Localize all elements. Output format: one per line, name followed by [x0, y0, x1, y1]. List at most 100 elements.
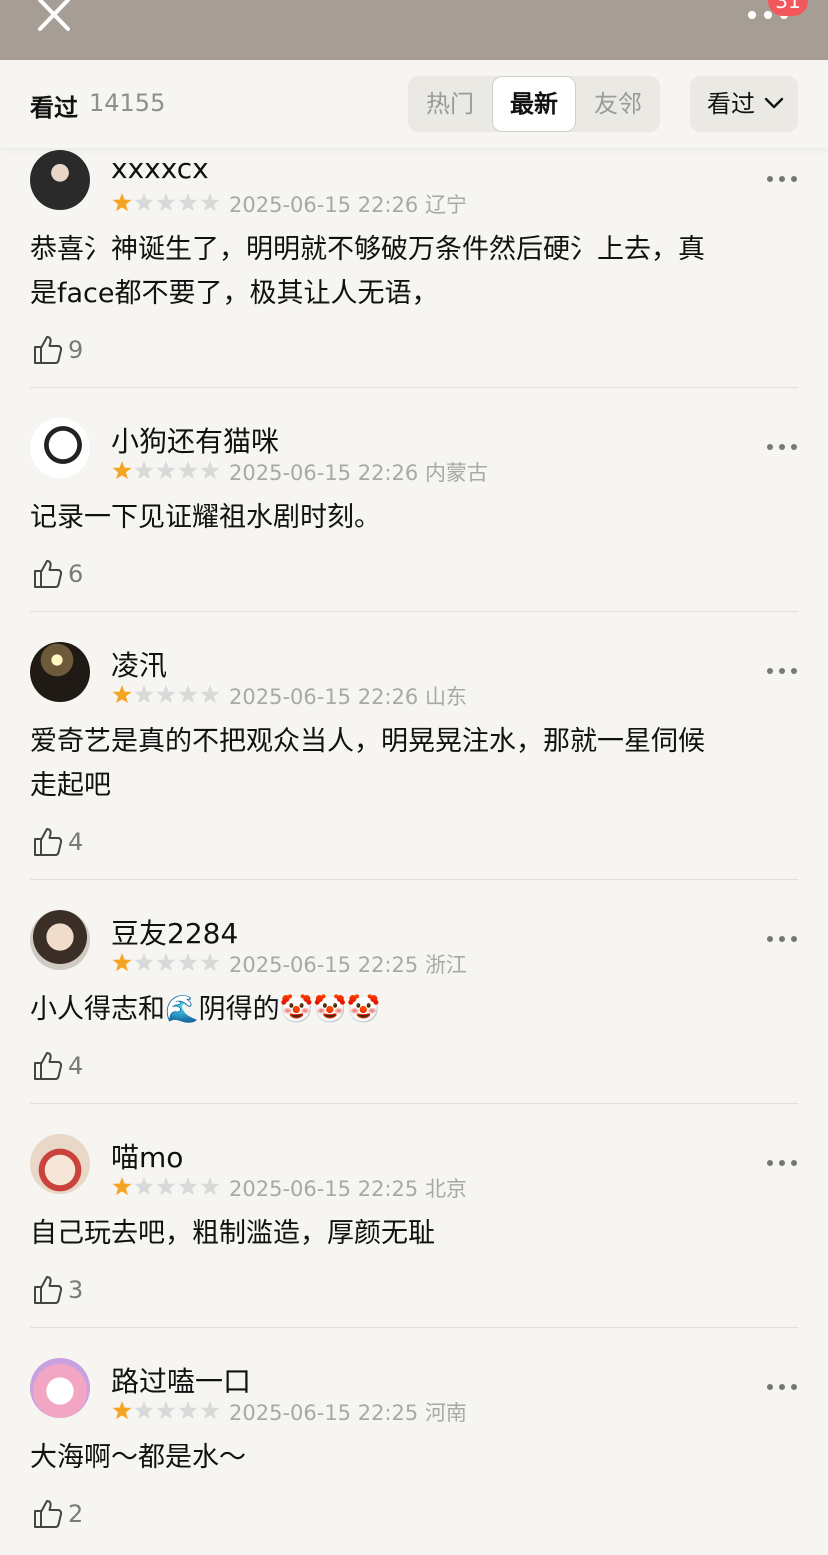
seen-label: 看过	[30, 94, 78, 122]
thumbs-up-icon	[34, 828, 63, 856]
comment-text-line: 小人得志和🌊阴得的🤡🤡🤡	[30, 994, 381, 1025]
star-empty-icon	[178, 685, 198, 704]
avatar[interactable]	[30, 1134, 90, 1194]
tab-friends[interactable]: 友邻	[576, 76, 660, 132]
comment-meta: 2025-06-15 22:25 河南	[229, 1397, 467, 1427]
comment-location: 浙江	[424, 953, 467, 977]
comment-location: 内蒙古	[424, 461, 488, 485]
star-empty-icon	[134, 1401, 154, 1420]
comment-meta: 2025-06-15 22:26 内蒙古	[229, 457, 488, 487]
comment-location: 河南	[424, 1401, 467, 1425]
comment-text: 大海啊～都是水～	[30, 1436, 798, 1480]
more-options-icon[interactable]	[766, 935, 798, 943]
comment-time: 2025-06-15 22:25	[229, 1177, 419, 1201]
comment-username[interactable]: 路过嗑一口	[111, 1360, 251, 1400]
avatar[interactable]	[30, 1358, 90, 1418]
comment-text: 记录一下见证耀祖水剧时刻。	[30, 496, 798, 540]
status-filter-label: 看过	[707, 90, 755, 118]
rating-stars	[112, 1177, 220, 1196]
more-options-icon[interactable]	[766, 175, 798, 183]
chevron-down-icon	[764, 97, 784, 109]
status-filter-dropdown[interactable]: 看过	[690, 76, 798, 132]
comment-text-line: 爱奇艺是真的不把观众当人，明晃晃注水，那就一星伺候	[30, 726, 705, 757]
comment-time: 2025-06-15 22:26	[229, 685, 419, 709]
close-icon[interactable]	[36, 0, 74, 32]
star-empty-icon	[200, 193, 220, 212]
star-filled-icon	[112, 193, 132, 212]
rating-stars	[112, 193, 220, 212]
like-count: 6	[68, 560, 84, 588]
star-empty-icon	[156, 953, 176, 972]
divider	[30, 1103, 798, 1104]
star-empty-icon	[134, 685, 154, 704]
avatar[interactable]	[30, 418, 90, 478]
sort-segmented-control: 热门 最新 友邻	[408, 76, 660, 132]
more-options-icon[interactable]	[766, 667, 798, 675]
star-empty-icon	[200, 1401, 220, 1420]
like-count: 9	[68, 336, 84, 364]
star-filled-icon	[112, 953, 132, 972]
comment-text-line: 是face都不要了，极其让人无语，	[30, 278, 439, 309]
divider	[30, 1327, 798, 1328]
comment-location: 北京	[424, 1177, 467, 1201]
like-count: 2	[68, 1500, 84, 1528]
star-empty-icon	[200, 953, 220, 972]
comment-username[interactable]: xxxxcx	[111, 152, 209, 185]
comment-username[interactable]: 小狗还有猫咪	[111, 420, 279, 460]
star-empty-icon	[200, 461, 220, 480]
comment-text: 自己玩去吧，粗制滥造，厚颜无耻	[30, 1212, 798, 1256]
comment-meta: 2025-06-15 22:25 浙江	[229, 949, 467, 979]
comment-text: 小人得志和🌊阴得的🤡🤡🤡	[30, 988, 798, 1032]
divider	[30, 387, 798, 388]
star-empty-icon	[134, 193, 154, 212]
comment-location: 辽宁	[424, 193, 467, 217]
comment-meta: 2025-06-15 22:26 山东	[229, 681, 467, 711]
seen-count: 14155	[89, 89, 166, 117]
rating-stars	[112, 461, 220, 480]
comment-username[interactable]: 豆友2284	[111, 912, 238, 952]
star-empty-icon	[156, 1401, 176, 1420]
comment-meta: 2025-06-15 22:25 北京	[229, 1173, 467, 1203]
like-count: 4	[68, 828, 84, 856]
divider	[30, 611, 798, 612]
comment-username[interactable]: 喵mo	[111, 1136, 183, 1176]
comment-username[interactable]: 凌汛	[111, 644, 167, 684]
star-empty-icon	[134, 461, 154, 480]
tab-latest[interactable]: 最新	[492, 76, 576, 132]
comment-time: 2025-06-15 22:25	[229, 1401, 419, 1425]
comment-text-line: 自己玩去吧，粗制滥造，厚颜无耻	[30, 1218, 435, 1249]
star-empty-icon	[200, 685, 220, 704]
like-count: 4	[68, 1052, 84, 1080]
star-empty-icon	[178, 461, 198, 480]
comment-location: 山东	[424, 685, 467, 709]
star-empty-icon	[156, 461, 176, 480]
star-empty-icon	[134, 953, 154, 972]
thumbs-up-icon	[34, 1276, 63, 1304]
star-empty-icon	[156, 685, 176, 704]
avatar[interactable]	[30, 150, 90, 210]
top-bar: 31	[0, 0, 828, 60]
divider	[30, 879, 798, 880]
comment-time: 2025-06-15 22:26	[229, 193, 419, 217]
more-options-icon[interactable]	[766, 443, 798, 451]
avatar[interactable]	[30, 910, 90, 970]
star-empty-icon	[178, 193, 198, 212]
star-empty-icon	[200, 1177, 220, 1196]
comment-text-line: 走起吧	[30, 770, 111, 801]
comment-text: 恭喜氵神诞生了，明明就不够破万条件然后硬氵上去，真 是face都不要了，极其让人无…	[30, 228, 798, 316]
thumbs-up-icon	[34, 1500, 63, 1528]
star-empty-icon	[156, 193, 176, 212]
tab-hot[interactable]: 热门	[408, 76, 492, 132]
rating-stars	[112, 953, 220, 972]
rating-stars	[112, 1401, 220, 1420]
rating-stars	[112, 685, 220, 704]
comment-text: 爱奇艺是真的不把观众当人，明晃晃注水，那就一星伺候 走起吧	[30, 720, 798, 808]
avatar[interactable]	[30, 642, 90, 702]
comment-text-line: 记录一下见证耀祖水剧时刻。	[30, 502, 381, 533]
comment-text-line: 恭喜氵神诞生了，明明就不够破万条件然后硬氵上去，真	[30, 234, 705, 265]
like-count: 3	[68, 1276, 84, 1304]
star-empty-icon	[178, 1401, 198, 1420]
comment-time: 2025-06-15 22:25	[229, 953, 419, 977]
more-options-icon[interactable]	[766, 1383, 798, 1391]
more-options-icon[interactable]	[766, 1159, 798, 1167]
